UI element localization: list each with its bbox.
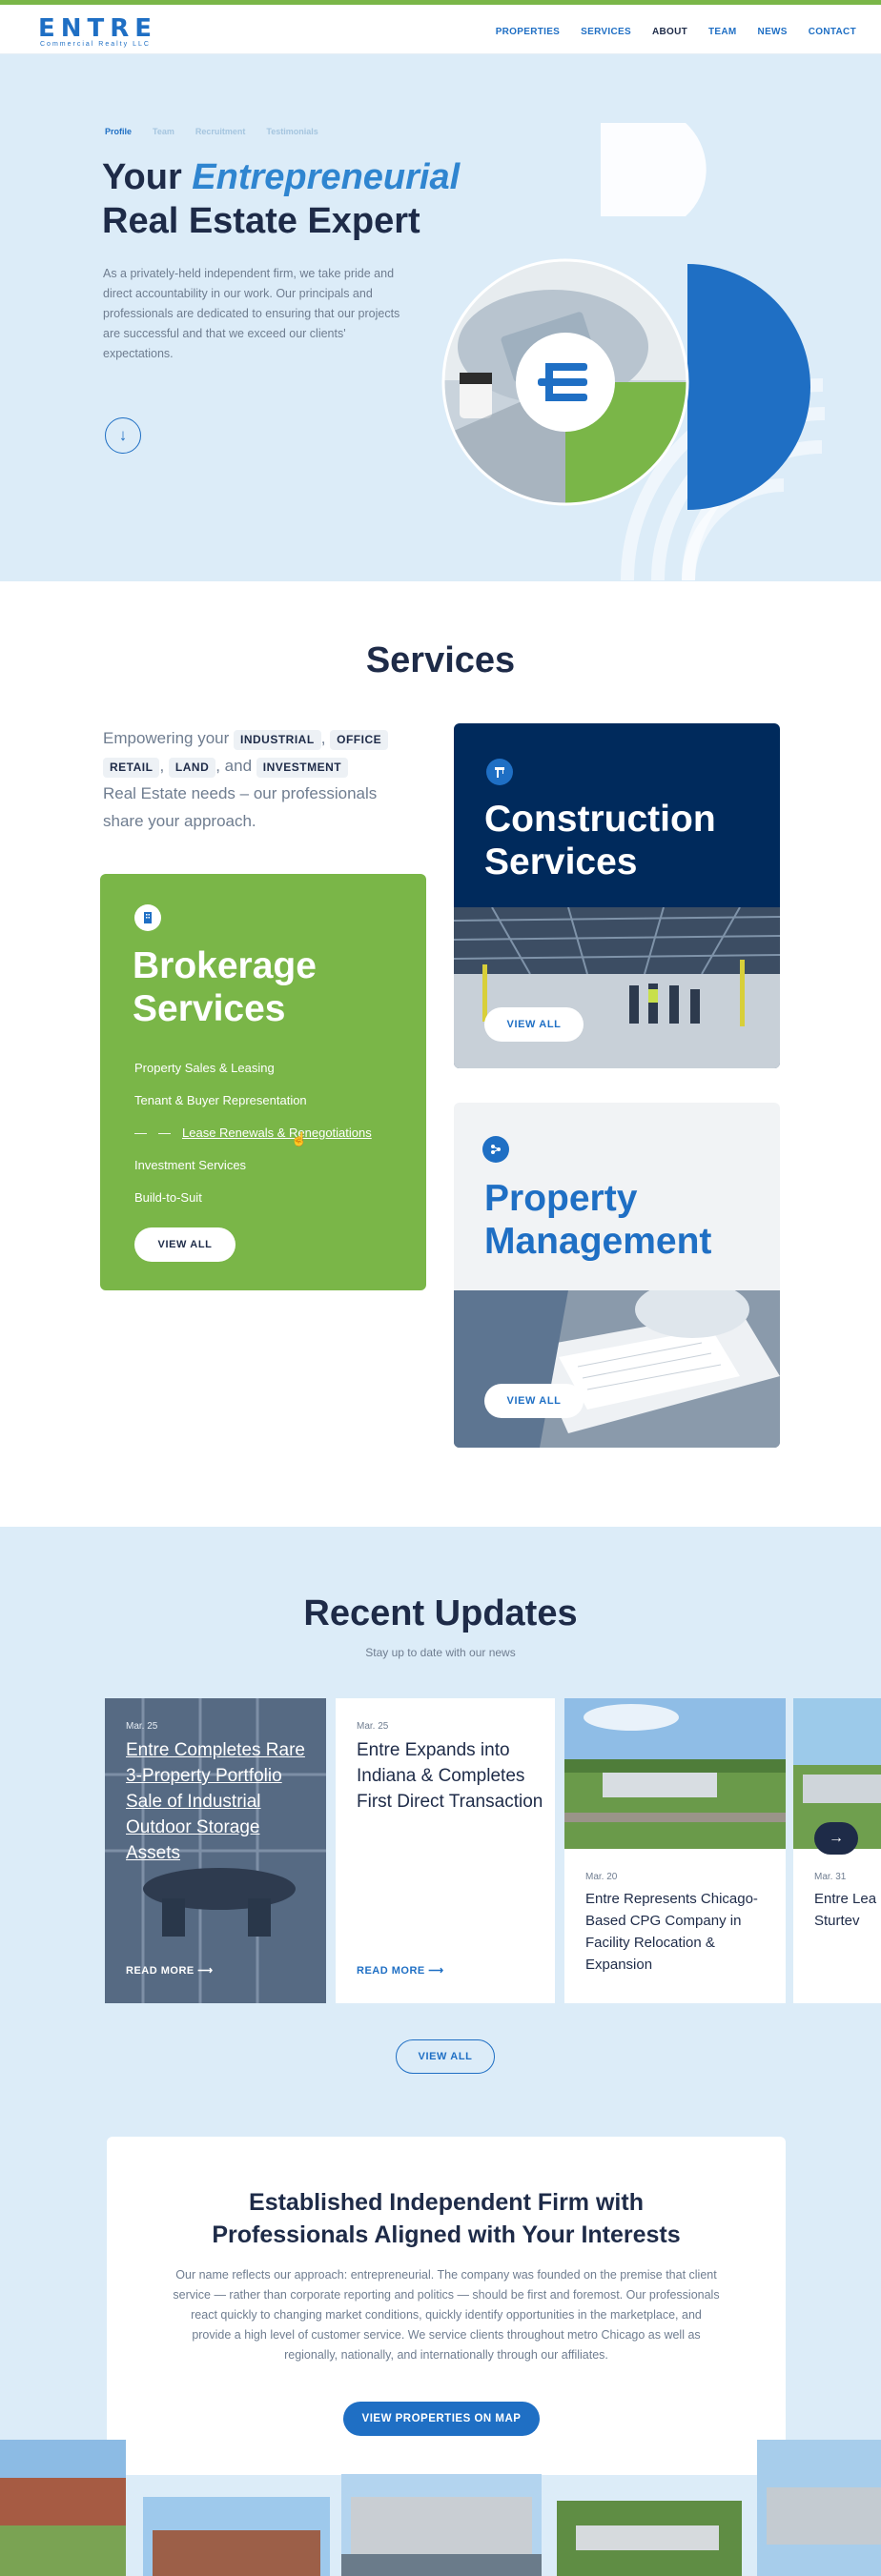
news-date-1: Mar. 25 xyxy=(126,1721,158,1732)
nav-services[interactable]: SERVICES xyxy=(581,27,631,37)
subnav-recruitment[interactable]: Recruitment xyxy=(195,127,246,136)
hero-subnav: Profile Team Recruitment Testimonials xyxy=(105,127,318,136)
news-card-2[interactable]: Mar. 25 Entre Expands into Indiana & Com… xyxy=(336,1698,555,2003)
pm-title: Property Management xyxy=(484,1177,711,1263)
news-date-2: Mar. 25 xyxy=(357,1721,389,1732)
brokerage-view-all-button[interactable]: VIEW ALL xyxy=(134,1227,236,1262)
arrow-right-icon: ⟶ xyxy=(428,1965,444,1977)
firm-title-l2: Professionals Aligned with Your Interest… xyxy=(212,2221,681,2248)
services-title: Services xyxy=(365,640,516,680)
arrow-down-icon: ↓ xyxy=(118,426,128,444)
warehouse-photo xyxy=(454,907,780,1068)
nav-about[interactable]: ABOUT xyxy=(652,27,687,37)
hero-title: Your Entrepreneurial Real Estate Expert xyxy=(102,155,460,243)
news-photo-3 xyxy=(564,1698,786,1849)
intro-and: , and xyxy=(215,757,253,775)
hero-description: As a privately-held independent firm, we… xyxy=(103,267,400,360)
news-card-3[interactable]: Mar. 20 Entre Represents Chicago-Based C… xyxy=(564,1698,786,2003)
nav-contact[interactable]: CONTACT xyxy=(809,27,856,37)
nav-news[interactable]: NEWS xyxy=(758,27,788,37)
chip-retail[interactable]: RETAIL xyxy=(103,758,160,778)
brokerage-title: Brokerage Services xyxy=(133,944,317,1030)
updates-title: Recent Updates xyxy=(303,1593,578,1633)
subnav-profile[interactable]: Profile xyxy=(105,127,132,136)
brokerage-title-l2: Services xyxy=(133,988,286,1029)
arrow-right-icon: → xyxy=(829,1830,844,1846)
firm-callout: Established Independent Firm with Profes… xyxy=(107,2137,786,2475)
brokerage-list: Property Sales & Leasing Tenant & Buyer … xyxy=(134,1052,372,1214)
broker-item[interactable]: Property Sales & Leasing xyxy=(134,1052,372,1085)
news-title-1[interactable]: Entre Completes Rare 3-Property Portfoli… xyxy=(126,1737,317,1866)
firm-title: Established Independent Firm with Profes… xyxy=(107,2186,786,2251)
broker-item-selected[interactable]: —Lease Renewals & Renegotiations xyxy=(134,1117,372,1149)
logo-subtitle: Commercial Realty LLC xyxy=(40,41,151,48)
recent-updates-section: Recent Updates Stay up to date with our … xyxy=(0,1527,881,2576)
chip-office[interactable]: OFFICE xyxy=(330,730,389,750)
scroll-down-button[interactable]: ↓ xyxy=(105,417,141,454)
crane-icon xyxy=(486,759,513,785)
news-title-2[interactable]: Entre Expands into Indiana & Completes F… xyxy=(357,1737,547,1815)
view-map-button[interactable]: VIEW PROPERTIES ON MAP xyxy=(343,2402,540,2436)
construction-card[interactable]: Construction Services VIEW ALL xyxy=(454,723,780,1068)
paperwork-photo xyxy=(454,1290,780,1448)
news-title-3[interactable]: Entre Represents Chicago-Based CPG Compa… xyxy=(585,1888,776,1976)
hero-title-line2: Real Estate Expert xyxy=(102,201,420,241)
construction-view-all-button[interactable]: VIEW ALL xyxy=(484,1007,584,1042)
broker-item-selected-label: Lease Renewals & Renegotiations xyxy=(182,1126,372,1140)
pm-title-l2: Management xyxy=(484,1221,712,1262)
building-icon xyxy=(134,904,161,931)
nav-properties[interactable]: PROPERTIES xyxy=(496,27,560,37)
decor-shape xyxy=(601,123,707,216)
construction-title-l1: Construction xyxy=(484,799,716,840)
broker-item[interactable]: Build-to-Suit xyxy=(134,1182,372,1214)
chip-land[interactable]: LAND xyxy=(168,758,216,778)
read-more-link-2[interactable]: READ MORE ⟶ xyxy=(357,1964,444,1977)
main-nav: PROPERTIES SERVICES ABOUT TEAM NEWS CONT… xyxy=(496,27,856,37)
chip-industrial[interactable]: INDUSTRIAL xyxy=(234,730,321,750)
broker-item[interactable]: Tenant & Buyer Representation xyxy=(134,1085,372,1117)
cursor-pointer-icon: ☝ xyxy=(291,1131,308,1146)
services-intro: Empowering your INDUSTRIAL, OFFICE RETAI… xyxy=(103,724,408,835)
news-date-3: Mar. 20 xyxy=(585,1872,618,1882)
network-icon xyxy=(482,1136,509,1163)
logo-word: ENTRE xyxy=(38,14,158,43)
read-more-link-1[interactable]: READ MORE ⟶ xyxy=(126,1964,214,1977)
firm-title-l1: Established Independent Firm with xyxy=(249,2189,644,2216)
hero-title-prefix: Your xyxy=(102,157,193,197)
read-more-label-2: READ MORE xyxy=(357,1965,425,1977)
arrow-right-icon: ⟶ xyxy=(197,1965,214,1977)
pm-title-l1: Property xyxy=(484,1178,638,1219)
hero-section: Profile Team Recruitment Testimonials Yo… xyxy=(0,54,881,581)
property-gallery-strip xyxy=(0,2440,881,2576)
news-date-4: Mar. 31 xyxy=(814,1872,847,1882)
hero-title-accent: Entrepreneurial xyxy=(192,157,461,197)
nav-team[interactable]: TEAM xyxy=(708,27,737,37)
updates-view-all-button[interactable]: VIEW ALL xyxy=(396,2039,495,2074)
subnav-team[interactable]: Team xyxy=(153,127,174,136)
firm-text: Our name reflects our approach: entrepre… xyxy=(173,2268,720,2362)
news-card-1[interactable]: Mar. 25 Entre Completes Rare 3-Property … xyxy=(105,1698,326,2003)
entre-logo[interactable]: ENTRE Commercial Realty LLC xyxy=(38,14,158,48)
chip-investment[interactable]: INVESTMENT xyxy=(256,758,349,778)
site-header: ENTRE Commercial Realty LLC PROPERTIES S… xyxy=(0,5,881,54)
intro-after: Real Estate needs – our professionals sh… xyxy=(103,784,378,830)
construction-title: Construction Services xyxy=(484,798,716,883)
read-more-label-1: READ MORE xyxy=(126,1965,195,1977)
news-title-4[interactable]: Entre Lea in Sturtev xyxy=(814,1888,881,1932)
hero-graphic xyxy=(441,123,826,581)
intro-before: Empowering your xyxy=(103,729,230,747)
subnav-testimonials[interactable]: Testimonials xyxy=(266,127,318,136)
brokerage-card[interactable]: Brokerage Services Property Sales & Leas… xyxy=(100,874,426,1290)
carousel-next-button[interactable]: → xyxy=(814,1822,858,1855)
property-management-card[interactable]: Property Management VIEW ALL xyxy=(454,1103,780,1448)
pm-view-all-button[interactable]: VIEW ALL xyxy=(484,1384,584,1418)
updates-subtitle: Stay up to date with our news xyxy=(365,1646,516,1659)
broker-item[interactable]: Investment Services xyxy=(134,1149,372,1182)
construction-title-l2: Services xyxy=(484,842,638,882)
brokerage-title-l1: Brokerage xyxy=(133,945,317,986)
blue-half-circle xyxy=(687,264,810,510)
